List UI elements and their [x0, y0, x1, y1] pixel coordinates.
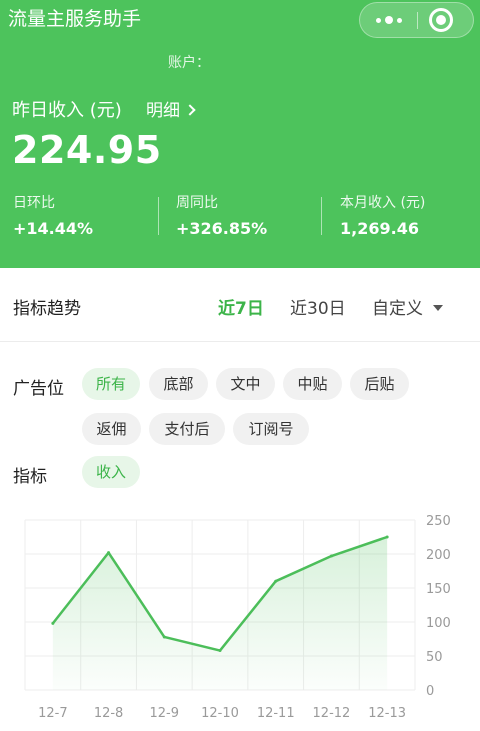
stat-day-over-day: 日环比 +14.44% [13, 192, 93, 238]
stat-label: 本月收入 (元) [340, 195, 426, 211]
data-point [218, 649, 222, 653]
detail-link-label: 明细 [146, 101, 180, 121]
range-7-days[interactable]: 近7日 [218, 294, 264, 319]
data-point [329, 554, 333, 558]
detail-link[interactable]: 明细 [146, 96, 196, 121]
app-title: 流量主服务助手 [8, 8, 142, 30]
income-value: 224.95 [12, 128, 162, 172]
x-tick-label: 12-11 [257, 706, 295, 721]
chip-ad-in-article[interactable]: 文中 [216, 368, 275, 400]
x-tick-label: 12-7 [38, 706, 68, 721]
range-custom[interactable]: 自定义 [372, 294, 443, 319]
close-target-icon[interactable] [429, 8, 453, 32]
x-tick-label: 12-9 [150, 706, 180, 721]
ad-position-label: 广告位 [13, 379, 64, 399]
metric-label: 指标 [13, 467, 47, 487]
x-tick-label: 12-10 [201, 706, 239, 721]
trend-row: 指标趋势 近7日 近30日 自定义 [0, 268, 480, 342]
y-tick-label: 250 [426, 514, 451, 529]
stat-week-over-week: 周同比 +326.85% [176, 192, 267, 238]
range-custom-label: 自定义 [372, 299, 423, 319]
stat-value: 1,269.46 [340, 219, 419, 238]
stat-month-income: 本月收入 (元) 1,269.46 [340, 192, 425, 238]
y-tick-label: 100 [426, 616, 451, 631]
y-tick-label: 150 [426, 582, 451, 597]
stat-label: 日环比 [13, 195, 55, 211]
range-30-days[interactable]: 近30日 [290, 294, 346, 319]
chip-ad-subscription[interactable]: 订阅号 [233, 413, 309, 445]
stat-divider [158, 197, 159, 235]
chart-svg: 0 50 100 150 200 250 12-7 12-8 12-9 12-10 12-11 12-… [24, 514, 451, 721]
data-point [385, 535, 389, 539]
x-tick-label: 12-13 [368, 706, 406, 721]
account-label: 账户： [168, 55, 210, 71]
data-point [107, 551, 111, 555]
x-tick-label: 12-8 [94, 706, 124, 721]
y-tick-label: 50 [426, 650, 443, 665]
trend-title: 指标趋势 [13, 299, 81, 319]
chevron-right-icon [184, 104, 196, 116]
trend-chart: 0 50 100 150 200 250 12-7 12-8 12-9 12-10 12-11 12-… [0, 505, 480, 731]
capsule-divider [417, 12, 418, 29]
y-tick-label: 200 [426, 548, 451, 563]
caret-down-icon [433, 305, 443, 311]
data-point [274, 579, 278, 583]
stat-value: +326.85% [176, 219, 268, 238]
y-tick-label: 0 [426, 684, 434, 699]
income-label: 昨日收入 (元) [12, 100, 122, 121]
stat-divider [321, 197, 322, 235]
more-icon[interactable] [360, 3, 417, 37]
chip-ad-rebate[interactable]: 返佣 [82, 413, 141, 445]
header: 流量主服务助手 账户： 昨日收入 (元) 明细 224.95 日环比 +14.4… [0, 0, 480, 268]
x-tick-label: 12-12 [313, 706, 351, 721]
chip-ad-all[interactable]: 所有 [82, 368, 140, 400]
chip-ad-mid-roll[interactable]: 中贴 [283, 368, 342, 400]
chip-ad-after-payment[interactable]: 支付后 [149, 413, 225, 445]
chip-metric-income[interactable]: 收入 [82, 456, 140, 488]
data-point [51, 621, 55, 625]
mini-program-capsule [359, 2, 474, 38]
chip-ad-bottom[interactable]: 底部 [149, 368, 208, 400]
chip-ad-post-roll[interactable]: 后贴 [350, 368, 409, 400]
data-point [162, 635, 166, 639]
stat-label: 周同比 [176, 195, 218, 211]
stat-value: +14.44% [13, 219, 94, 238]
